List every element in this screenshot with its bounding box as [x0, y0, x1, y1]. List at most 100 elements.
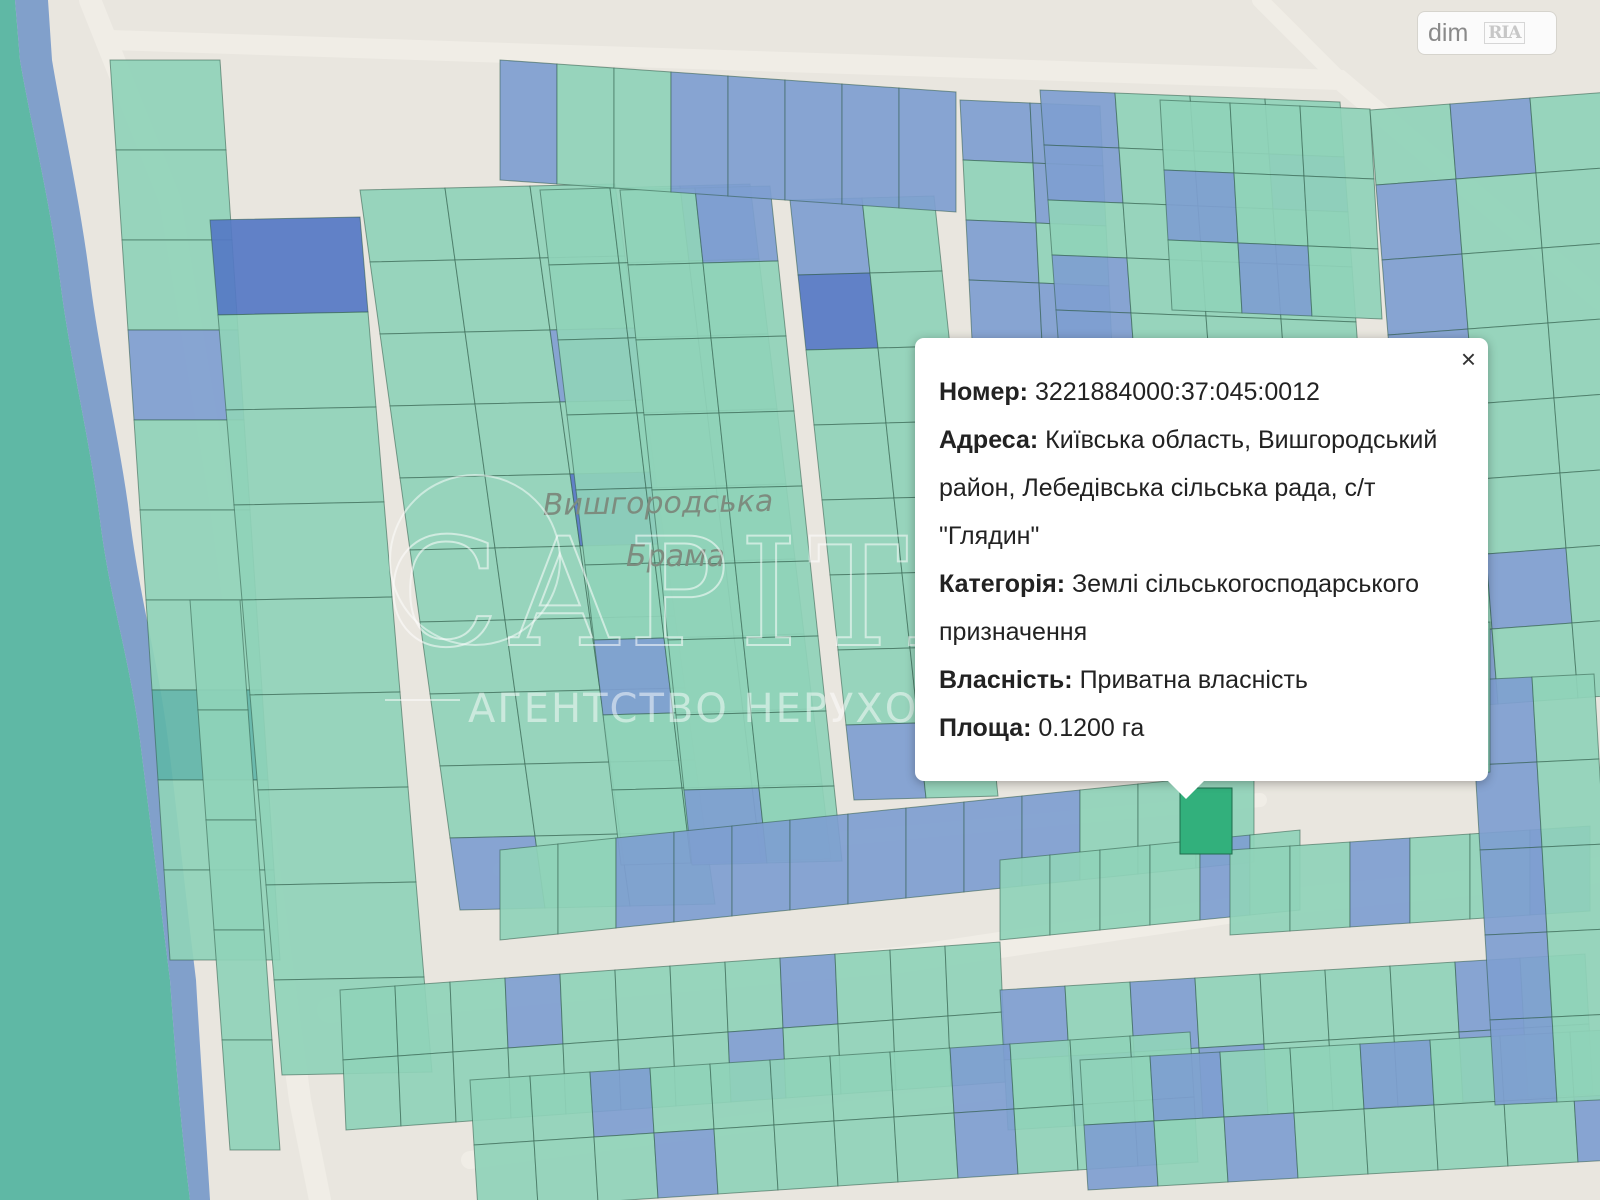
land-parcel: [1541, 243, 1600, 324]
land-parcel: [1289, 841, 1351, 932]
land-parcel: [841, 83, 900, 209]
land-parcel: [1541, 843, 1600, 933]
field-area-label: Площа:: [939, 714, 1032, 742]
land-parcel: [965, 219, 1040, 284]
land-parcel: [813, 422, 895, 501]
land-parcel: [1573, 1095, 1600, 1163]
land-parcel: [1013, 1104, 1079, 1175]
land-parcel: [197, 709, 257, 821]
land-parcel: [213, 929, 273, 1041]
land-parcel: [454, 257, 551, 333]
land-parcel: [529, 1071, 595, 1142]
land-parcel: [1546, 928, 1600, 1018]
popup-pointer: [1168, 781, 1204, 799]
land-parcel: [225, 406, 385, 506]
land-parcel: [627, 262, 712, 341]
land-parcel: [1375, 178, 1463, 261]
land-parcel: [1449, 97, 1537, 180]
field-number: Номер: 3221884000:37:045:0012: [939, 368, 1464, 416]
land-parcel: [845, 722, 927, 801]
land-parcel: [566, 412, 647, 491]
land-parcel: [474, 401, 571, 477]
land-parcel: [1159, 99, 1235, 174]
land-parcel: [731, 819, 791, 917]
logo-brand: dim: [1428, 18, 1469, 47]
land-parcel: [615, 831, 675, 929]
land-parcel: [539, 187, 620, 266]
land-parcel: [249, 691, 409, 791]
land-parcel: [1381, 253, 1469, 336]
land-parcel: [1099, 844, 1151, 931]
land-parcel: [394, 981, 454, 1057]
land-parcel: [1489, 1016, 1558, 1106]
land-parcel: [889, 945, 949, 1021]
land-parcel: [1307, 245, 1383, 320]
land-parcel: [524, 761, 621, 837]
parcel-info-popup: × Номер: 3221884000:37:045:0012 Адреса: …: [915, 338, 1488, 799]
land-parcel: [189, 599, 249, 711]
land-parcel: [439, 763, 536, 839]
land-parcel: [779, 953, 839, 1029]
land-parcel: [727, 75, 786, 201]
land-parcel: [1553, 394, 1600, 474]
land-parcel: [557, 337, 638, 416]
land-parcel: [1163, 169, 1239, 244]
land-parcel: [649, 1063, 715, 1134]
field-address: Адреса: Київська область, Вишгородський …: [939, 416, 1464, 560]
land-parcel: [893, 1112, 959, 1183]
land-parcel: [499, 59, 558, 185]
land-parcel: [233, 501, 393, 601]
land-parcel: [369, 259, 466, 335]
land-parcel: [1153, 1116, 1229, 1187]
land-parcel: [710, 335, 795, 414]
land-parcel: [1079, 1055, 1155, 1126]
land-parcel: [635, 337, 720, 416]
land-parcel: [1559, 469, 1600, 549]
land-parcel: [797, 272, 879, 351]
land-parcel: [1531, 673, 1600, 763]
land-parcel: [959, 99, 1034, 164]
land-parcel: [709, 1059, 775, 1130]
land-parcel: [444, 185, 541, 261]
close-icon[interactable]: ×: [1461, 346, 1476, 372]
land-parcel: [670, 71, 729, 197]
land-parcel: [1223, 1112, 1299, 1183]
field-area-value: 0.1200 га: [1031, 714, 1145, 742]
land-parcel: [953, 1108, 1019, 1179]
land-parcel: [805, 347, 887, 426]
land-parcel: [1359, 1039, 1435, 1110]
land-parcel: [643, 412, 728, 491]
field-ownership: Власність: Приватна власність: [939, 656, 1464, 704]
field-category-label: Категорія:: [939, 570, 1066, 598]
land-parcel: [789, 197, 871, 276]
field-address-label: Адреса:: [939, 426, 1039, 454]
land-parcel: [1051, 254, 1132, 314]
land-parcel: [1289, 1043, 1365, 1114]
land-parcel: [1363, 1104, 1439, 1175]
land-parcel: [1299, 105, 1375, 180]
land-parcel: [397, 1051, 457, 1127]
land-parcel: [1167, 239, 1243, 314]
land-parcel: [1009, 1039, 1075, 1110]
land-parcel: [1565, 544, 1600, 624]
land-parcel: [619, 187, 704, 266]
field-number-value: 3221884000:37:045:0012: [1028, 378, 1320, 406]
land-parcel: [389, 403, 486, 479]
land-parcel: [1503, 1096, 1579, 1167]
land-parcel: [339, 985, 399, 1061]
land-parcel: [217, 311, 377, 411]
land-parcel: [1409, 833, 1471, 924]
land-parcel: [829, 1051, 895, 1122]
land-parcel: [1461, 247, 1549, 330]
land-parcel: [205, 819, 265, 931]
land-parcel: [473, 1140, 539, 1200]
land-parcel: [784, 79, 843, 205]
land-parcel: [653, 1128, 719, 1199]
land-parcel: [504, 973, 564, 1049]
land-parcel: [613, 67, 672, 193]
land-parcel: [593, 1132, 659, 1200]
field-ownership-value: Приватна власність: [1072, 666, 1308, 694]
land-parcel: [1149, 1051, 1225, 1122]
land-parcel: [1049, 849, 1101, 936]
land-parcel: [559, 969, 619, 1045]
